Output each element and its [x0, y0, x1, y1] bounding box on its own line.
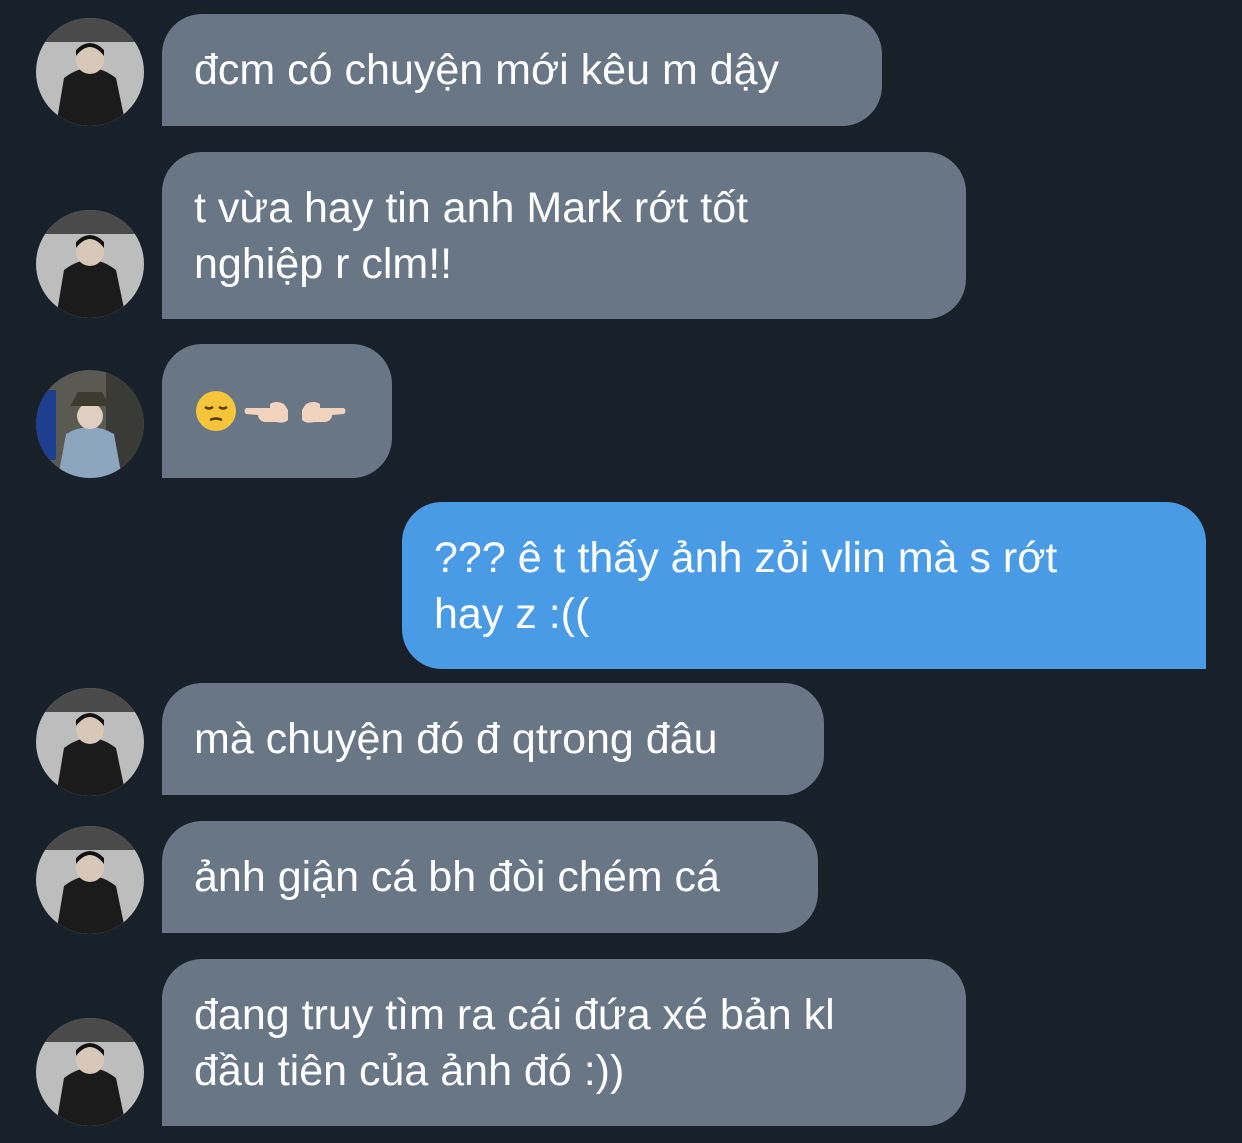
avatar[interactable] [36, 18, 144, 126]
avatar[interactable] [36, 688, 144, 796]
avatar[interactable] [36, 370, 144, 478]
avatar[interactable] [36, 1018, 144, 1126]
message-text: t vừa hay tin anh Mark rớt tốt nghiệp r … [194, 183, 749, 288]
avatar[interactable] [36, 826, 144, 934]
emoji-group [194, 389, 346, 433]
message-text: ảnh giận cá bh đòi chém cá [194, 853, 720, 901]
message-text: đang truy tìm ra cái đứa xé bản kl đầu t… [194, 990, 835, 1095]
incoming-message-bubble[interactable]: mà chuyện đó đ qtrong đâu [162, 683, 824, 795]
message-text: đcm có chuyện mới kêu m dậy [194, 46, 780, 94]
backhand-index-left-icon [244, 402, 288, 423]
incoming-message-bubble[interactable]: đcm có chuyện mới kêu m dậy [162, 14, 882, 126]
message-text: mà chuyện đó đ qtrong đâu [194, 715, 718, 763]
incoming-message-bubble[interactable]: t vừa hay tin anh Mark rớt tốt nghiệp r … [162, 152, 966, 319]
pensive-face-icon [196, 391, 236, 431]
outgoing-message-bubble[interactable]: ??? ê t thấy ảnh zỏi vlin mà s rớt hay z… [402, 502, 1206, 669]
backhand-index-right-icon [302, 402, 346, 423]
message-text: ??? ê t thấy ảnh zỏi vlin mà s rớt hay z… [434, 533, 1058, 638]
incoming-message-bubble[interactable]: ảnh giận cá bh đòi chém cá [162, 821, 818, 933]
incoming-message-bubble[interactable]: đang truy tìm ra cái đứa xé bản kl đầu t… [162, 959, 966, 1126]
avatar[interactable] [36, 210, 144, 318]
incoming-message-bubble[interactable] [162, 344, 392, 478]
